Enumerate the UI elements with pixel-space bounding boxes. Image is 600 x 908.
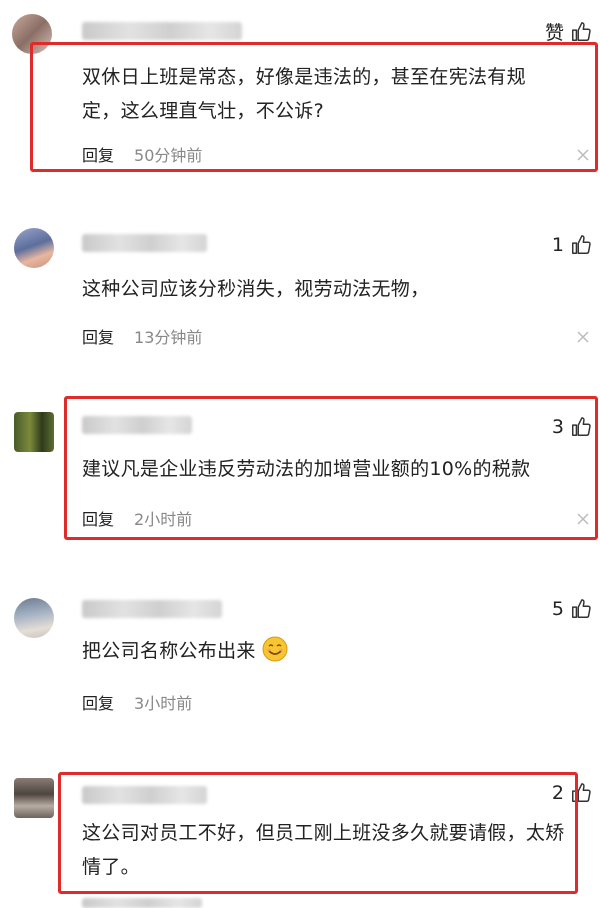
comment-text-body: 把公司名称公布出来: [82, 640, 256, 662]
highlight-box: [30, 42, 598, 172]
username[interactable]: [82, 234, 207, 252]
like-button[interactable]: 1: [552, 234, 592, 256]
like-count: 5: [551, 598, 564, 620]
comment-text: 把公司名称公布出来: [82, 634, 560, 668]
reply-button[interactable]: 回复: [82, 324, 114, 348]
avatar[interactable]: [14, 598, 54, 638]
like-button[interactable]: 5: [552, 598, 592, 620]
timestamp: 13分钟前: [134, 328, 203, 347]
smile-emoji-icon: [262, 636, 288, 662]
comment-text: 这种公司应该分秒消失，视劳动法无物，: [82, 278, 430, 300]
highlight-box: [58, 772, 578, 894]
thumbs-up-icon: [572, 599, 591, 618]
comment-meta: 回复 3小时前: [82, 690, 192, 714]
timestamp: 3小时前: [134, 694, 193, 713]
avatar[interactable]: [14, 778, 54, 818]
like-label: 赞: [544, 22, 564, 44]
avatar[interactable]: [14, 228, 54, 268]
like-count: 1: [551, 234, 564, 256]
reply-row-blurred: [82, 898, 202, 908]
thumbs-up-icon: [572, 235, 591, 254]
comment-item: 5 把公司名称公布出来 回复 3小时前: [0, 590, 600, 730]
username[interactable]: [82, 22, 242, 40]
comment-meta: 回复 13分钟前: [82, 324, 202, 348]
reply-button[interactable]: 回复: [82, 690, 114, 714]
highlight-box: [64, 396, 598, 540]
close-icon[interactable]: [576, 330, 590, 344]
like-button[interactable]: 赞: [545, 18, 592, 45]
avatar[interactable]: [14, 412, 54, 452]
username[interactable]: [82, 600, 222, 618]
thumbs-up-icon: [572, 21, 591, 41]
comment-item: 1 这种公司应该分秒消失，视劳动法无物， 回复 13分钟前: [0, 220, 600, 360]
